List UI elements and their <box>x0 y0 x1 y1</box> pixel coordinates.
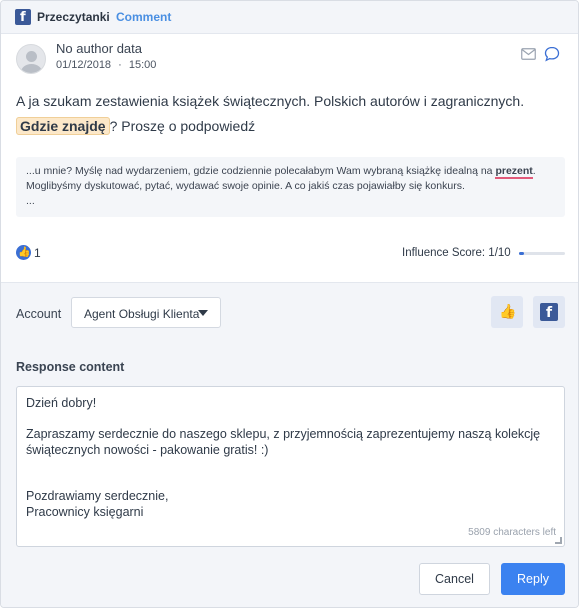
facebook-icon: f <box>15 9 31 25</box>
source-type[interactable]: Comment <box>116 10 171 24</box>
reply-button[interactable]: Reply <box>501 563 565 595</box>
quote-keyword-highlight: prezent <box>495 165 533 179</box>
thumbs-up-icon: 👍 <box>499 303 517 319</box>
quote-text: ...u mnie? Myślę nad wydarzeniem, gdzie … <box>26 165 496 177</box>
like-icon: 👍 <box>16 245 31 260</box>
post-date: 01/12/2018 <box>56 59 112 71</box>
response-textarea[interactable]: Dzień dobry! Zapraszamy serdecznie do na… <box>16 386 565 547</box>
facebook-icon: f <box>540 303 558 321</box>
open-in-facebook-button[interactable]: f <box>533 296 565 328</box>
post-text: A ja szukam zestawienia książek świątecz… <box>16 93 525 109</box>
response-panel: Account Agent Obsługi Klienta 👍 f Respon… <box>1 282 578 607</box>
quoted-parent-post: ...u mnie? Myślę nad wydarzeniem, gdzie … <box>16 157 565 217</box>
author-name: No author data <box>56 41 143 56</box>
post-text-end: ? Proszę o podpowiedź <box>109 118 256 134</box>
mention-card: f Przeczytanki Comment No author data 01… <box>0 0 579 608</box>
post-time: 15:00 <box>128 59 157 71</box>
avatar-body <box>21 64 42 73</box>
card-header: f Przeczytanki Comment <box>1 1 578 34</box>
influence-score: Influence Score: 1/10 <box>402 247 511 259</box>
like-count: 1 <box>34 246 41 260</box>
account-select[interactable]: Agent Obsługi Klienta <box>71 297 221 328</box>
response-text: Dzień dobry! Zapraszamy serdecznie do na… <box>26 396 541 519</box>
date-separator: · <box>118 59 122 71</box>
avatar-head <box>26 51 37 62</box>
account-select-value: Agent Obsługi Klienta <box>84 307 200 321</box>
quote-ellipsis: ... <box>26 195 35 207</box>
influence-bar <box>519 252 565 255</box>
characters-left: 5809 characters left <box>468 526 556 538</box>
resize-handle[interactable] <box>555 537 562 544</box>
post-content: A ja szukam zestawienia książek świątecz… <box>16 89 556 139</box>
comment-icon[interactable] <box>544 46 560 62</box>
avatar <box>16 44 46 74</box>
caret-down-icon <box>198 310 208 316</box>
cancel-button[interactable]: Cancel <box>419 563 490 595</box>
post-keyword-highlight: Gdzie znajdę <box>16 117 110 135</box>
source-name[interactable]: Przeczytanki <box>37 10 110 24</box>
mail-icon[interactable] <box>521 48 536 60</box>
post-datetime: 01/12/2018 · 15:00 <box>56 59 156 71</box>
influence-bar-fill <box>519 252 524 255</box>
account-label: Account <box>16 307 62 321</box>
response-content-label: Response content <box>16 360 125 374</box>
like-button[interactable]: 👍 <box>491 296 523 328</box>
